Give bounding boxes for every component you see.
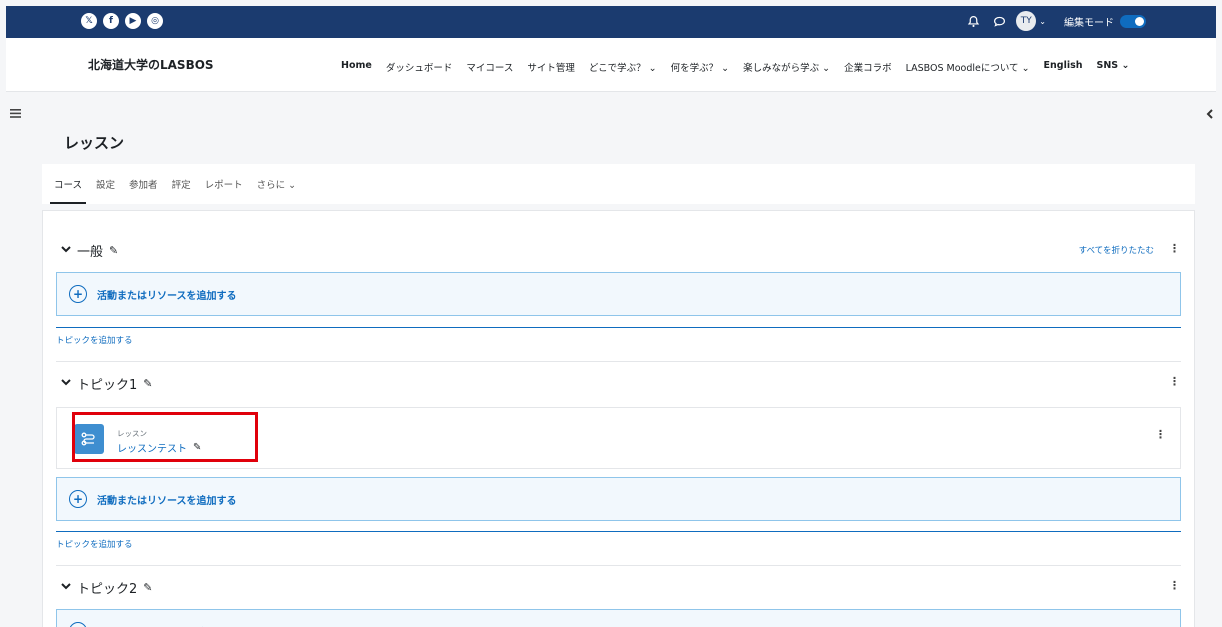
instagram-icon[interactable]: ◎	[147, 13, 163, 29]
bell-icon[interactable]	[964, 12, 982, 30]
nav-item-corporate-collab[interactable]: 企業コラボ	[844, 60, 892, 74]
social-links: 𝕏 f ▶ ◎	[81, 13, 163, 29]
section-title-general[interactable]: 一般	[77, 241, 103, 260]
primary-navigation: 北海道大学のLASBOS Home ダッシュボード マイコース サイト管理 どこ…	[6, 38, 1216, 92]
section-divider	[56, 361, 1181, 362]
browser-viewport: 𝕏 f ▶ ◎ TY ⌄ 編集モード 北海道大学のLASBOS Home ダッシ…	[6, 6, 1216, 627]
nav-item-sns[interactable]: SNS ⌄	[1097, 60, 1130, 74]
nav-item-home[interactable]: Home	[341, 60, 372, 74]
pencil-icon[interactable]: ✎	[143, 581, 152, 594]
section-topic1-header: トピック1 ✎	[61, 374, 153, 393]
x-icon[interactable]: 𝕏	[81, 13, 97, 29]
page-title: レッスン	[64, 134, 125, 152]
tab-reports[interactable]: レポート	[205, 164, 243, 204]
tab-participants[interactable]: 参加者	[129, 164, 158, 204]
section-divider	[56, 565, 1181, 566]
add-activity-button[interactable]: + 活動またはリソースを追加する	[56, 609, 1181, 627]
facebook-icon[interactable]: f	[103, 13, 119, 29]
section-topic2-header: トピック2 ✎	[61, 578, 153, 597]
chevron-down-icon: ⌄	[1039, 16, 1046, 26]
section-title-topic2[interactable]: トピック2	[77, 578, 137, 597]
nav-item-learn-with-fun[interactable]: 楽しみながら学ぶ ⌄	[743, 60, 830, 74]
nav-item-english[interactable]: English	[1044, 60, 1083, 74]
activity-menu[interactable]: ⋮	[1155, 428, 1166, 441]
plus-icon: +	[69, 490, 87, 508]
chevron-down-icon[interactable]	[61, 378, 71, 389]
list-icon	[10, 109, 21, 118]
chevron-down-icon[interactable]	[61, 245, 71, 256]
plus-icon: +	[69, 285, 87, 303]
nav-item-site-admin[interactable]: サイト管理	[527, 60, 575, 74]
nav-menu: Home ダッシュボード マイコース サイト管理 どこで学ぶ？ ⌄ 何を学ぶ？ …	[341, 60, 1129, 74]
nav-item-my-courses[interactable]: マイコース	[466, 60, 513, 74]
avatar[interactable]: TY	[1016, 11, 1037, 31]
add-activity-label: 活動またはリソースを追加する	[97, 290, 237, 302]
edit-mode-label: 編集モード	[1064, 17, 1114, 29]
add-activity-button[interactable]: + 活動またはリソースを追加する	[56, 477, 1181, 521]
chevron-down-icon[interactable]	[61, 582, 71, 593]
section-title-topic1[interactable]: トピック1	[77, 374, 137, 393]
top-bar: 𝕏 f ▶ ◎ TY ⌄ 編集モード	[6, 6, 1216, 38]
section-topic2-menu[interactable]: ⋮	[1169, 579, 1180, 592]
nav-item-about[interactable]: LASBOS Moodleについて ⌄	[906, 60, 1030, 74]
youtube-icon[interactable]: ▶	[125, 13, 141, 29]
tab-more[interactable]: さらに ⌄	[257, 164, 296, 204]
plus-icon: +	[69, 622, 87, 627]
collapse-all-link[interactable]: すべてを折りたたむ	[1079, 244, 1154, 256]
nav-item-where-to-learn[interactable]: どこで学ぶ？ ⌄	[589, 60, 657, 74]
section-topic1-menu[interactable]: ⋮	[1169, 375, 1180, 388]
section-general-header: 一般 ✎	[61, 241, 118, 260]
user-controls: TY ⌄ 編集モード	[964, 11, 1146, 31]
secondary-navigation: コース 設定 参加者 評定 レポート さらに ⌄	[42, 164, 1195, 204]
edit-mode-switch[interactable]: 編集モード	[1064, 14, 1146, 29]
nav-item-dashboard[interactable]: ダッシュボード	[386, 60, 453, 74]
add-topic-link[interactable]: トピックを追加する	[56, 327, 1181, 346]
tab-grades[interactable]: 評定	[172, 164, 191, 204]
user-menu[interactable]: TY ⌄	[1016, 11, 1046, 31]
chevron-left-icon	[1206, 109, 1213, 119]
course-index-toggle[interactable]	[10, 109, 24, 121]
nav-item-what-to-learn[interactable]: 何を学ぶ？ ⌄	[671, 60, 729, 74]
message-icon[interactable]	[990, 12, 1008, 30]
section-general-menu[interactable]: ⋮	[1169, 242, 1180, 255]
add-activity-button[interactable]: + 活動またはリソースを追加する	[56, 272, 1181, 316]
tab-course[interactable]: コース	[49, 164, 87, 204]
add-activity-label: 活動またはリソースを追加する	[97, 495, 237, 507]
edit-mode-toggle[interactable]	[1120, 14, 1146, 28]
tab-settings[interactable]: 設定	[96, 164, 115, 204]
add-topic-link[interactable]: トピックを追加する	[56, 531, 1181, 550]
add-activity-label: 活動またはリソースを追加する	[97, 624, 237, 627]
highlight-box	[72, 412, 258, 462]
pencil-icon[interactable]: ✎	[109, 244, 118, 257]
pencil-icon[interactable]: ✎	[143, 377, 152, 390]
block-drawer-toggle[interactable]	[1206, 109, 1216, 121]
site-brand[interactable]: 北海道大学のLASBOS	[88, 56, 214, 73]
